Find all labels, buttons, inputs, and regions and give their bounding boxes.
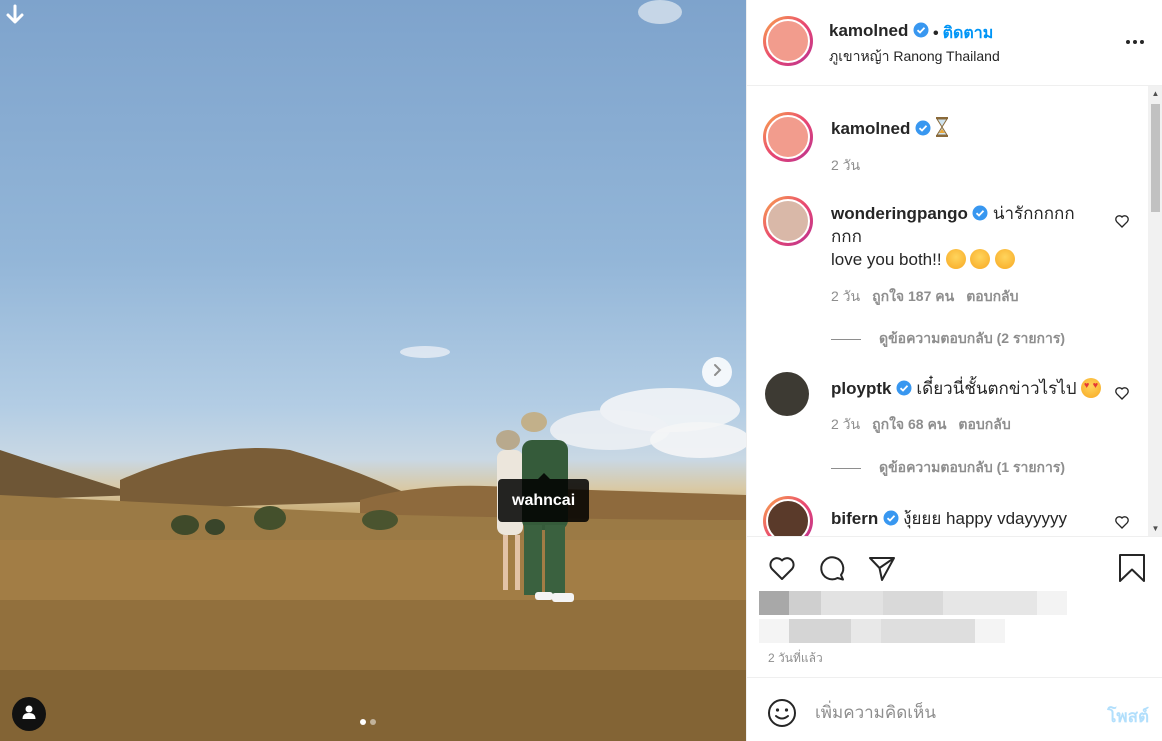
comment-username[interactable]: bifern — [831, 509, 878, 528]
comment-icon[interactable] — [817, 553, 847, 583]
scroll-down-icon[interactable]: ▼ — [1151, 524, 1160, 533]
heart-icon[interactable] — [1114, 213, 1130, 229]
view-replies-label: ดูข้อความตอบกลับ (2 รายการ) — [879, 330, 1066, 346]
post-side-panel: kamolned • ติดตาม ภูเขาหญ้า Ranong Thaila… — [746, 0, 1162, 741]
comment-likes[interactable]: ถูกใจ 68 คน — [872, 416, 946, 432]
kiss-emoji — [994, 249, 1015, 269]
share-icon[interactable] — [867, 553, 897, 583]
reply-button[interactable]: ตอบกลับ — [958, 416, 1010, 432]
follow-button[interactable]: ติดตาม — [943, 25, 994, 42]
comment-body: wonderingpango น่ารักกกกก กกก love you b… — [831, 203, 1091, 272]
view-replies-button[interactable]: ดูข้อความตอบกลับ (1 รายการ) — [831, 457, 1065, 479]
comment-time: 2 วัน — [831, 288, 861, 304]
separator-dot: • — [933, 25, 939, 42]
caption-time: 2 วัน — [831, 157, 861, 173]
carousel-dot — [370, 719, 376, 725]
reply-button[interactable]: ตอบกลับ — [966, 288, 1018, 304]
comment-text: เดี๋ยวนี่ชั้นตกข่าวไรไป — [916, 379, 1077, 398]
caption-avatar[interactable] — [763, 112, 813, 162]
comment-avatar[interactable] — [765, 372, 809, 416]
location-link[interactable]: ภูเขาหญ้า Ranong Thailand — [829, 46, 1000, 68]
comment-username[interactable]: ployptk — [831, 379, 891, 398]
heart-eyes-emoji — [1081, 378, 1102, 398]
comments-scrollbar[interactable]: ▲ ▼ — [1148, 86, 1162, 536]
view-replies-label: ดูข้อความตอบกลับ (1 รายการ) — [879, 459, 1066, 475]
comment-time: 2 วัน — [831, 416, 861, 432]
heart-icon[interactable] — [1114, 514, 1130, 530]
divider — [831, 338, 861, 340]
comment-text-cont: กกก — [831, 227, 862, 246]
verified-icon — [972, 205, 988, 221]
post-header: kamolned • ติดตาม ภูเขาหญ้า Ranong Thaila… — [747, 0, 1162, 86]
photo-user-tag[interactable]: wahncai — [498, 473, 590, 522]
author-username[interactable]: kamolned — [829, 21, 908, 40]
post-photo[interactable]: wahncai — [0, 0, 746, 741]
heart-icon[interactable] — [1114, 385, 1130, 401]
download-icon[interactable] — [4, 4, 26, 26]
comments-list[interactable]: kamolned 2 วัน wonderingpango น่ารักกกกก… — [747, 86, 1162, 536]
comment-text: งุ้ยยย happy vdayyyyy — [903, 509, 1067, 528]
photo-scene — [0, 0, 746, 741]
carousel-dot-active — [360, 719, 366, 725]
view-replies-button[interactable]: ดูข้อความตอบกลับ (2 รายการ) — [831, 328, 1065, 350]
scrollbar-thumb[interactable] — [1151, 104, 1160, 212]
verified-icon — [913, 22, 929, 38]
more-icon[interactable] — [1123, 32, 1147, 52]
scroll-up-icon[interactable]: ▲ — [1151, 89, 1160, 98]
comment-likes[interactable]: ถูกใจ 187 คน — [872, 288, 954, 304]
heart-icon[interactable] — [767, 553, 797, 583]
hourglass-icon — [936, 117, 949, 137]
author-avatar[interactable] — [763, 16, 813, 66]
comment-username[interactable]: wonderingpango — [831, 204, 968, 223]
comment-avatar[interactable] — [763, 496, 813, 536]
comment-avatar[interactable] — [763, 196, 813, 246]
user-tag-icon — [21, 704, 37, 725]
kiss-emoji — [946, 249, 967, 269]
post-comment-button[interactable]: โพสต์ — [1107, 703, 1149, 730]
verified-icon — [896, 380, 912, 396]
add-comment-bar: โพสต์ — [747, 677, 1162, 741]
post-actions: 2 วันที่แล้ว — [747, 536, 1162, 676]
bookmark-icon[interactable] — [1117, 553, 1147, 583]
next-photo-button[interactable] — [702, 357, 732, 387]
smile-icon[interactable] — [767, 698, 797, 728]
carousel-indicator — [360, 719, 376, 725]
comment-input[interactable] — [815, 698, 1085, 728]
comment-body: ployptk เดี๋ยวนี่ชั้นตกข่าวไรไป — [831, 375, 1102, 402]
caption-username[interactable]: kamolned — [831, 119, 910, 138]
kiss-emoji — [970, 249, 991, 269]
comment-body: bifern งุ้ยยย happy vdayyyyy — [831, 505, 1067, 532]
verified-icon — [915, 120, 931, 136]
chevron-right-icon — [710, 363, 724, 382]
comment-text: น่ารักกกกก — [992, 204, 1075, 223]
user-tag-button[interactable] — [12, 697, 46, 731]
divider — [831, 467, 861, 469]
post-time-ago[interactable]: 2 วันที่แล้ว — [768, 649, 823, 668]
likes-summary-blurred[interactable] — [759, 591, 1069, 643]
comment-text-line: love you both!! — [831, 250, 942, 269]
verified-icon — [883, 510, 899, 526]
